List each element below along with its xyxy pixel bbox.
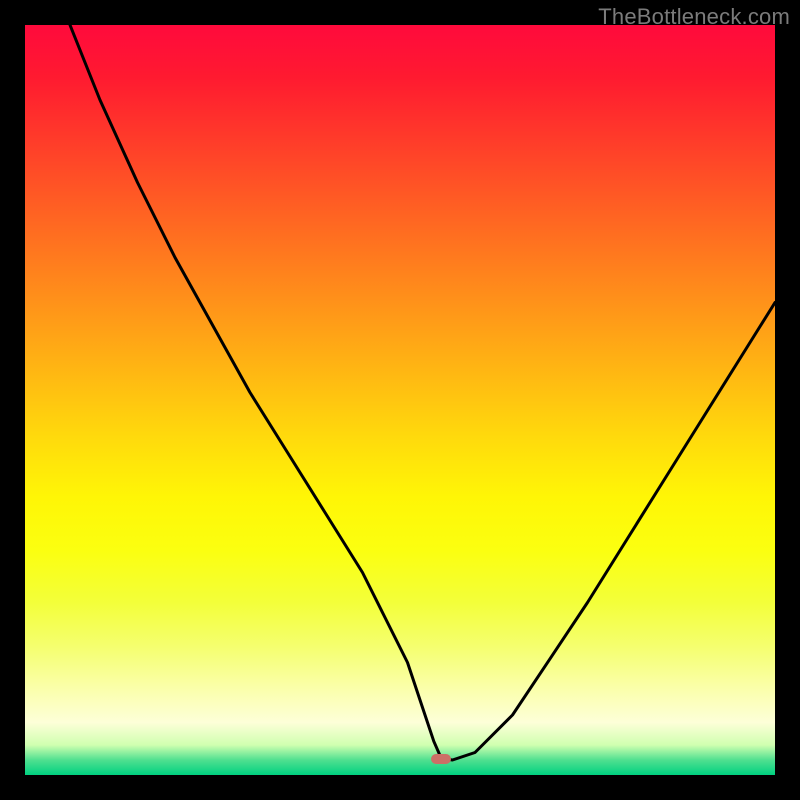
plot-area <box>25 25 775 775</box>
chart-frame: TheBottleneck.com <box>0 0 800 800</box>
curve-svg <box>25 25 775 775</box>
optimum-marker <box>431 754 451 764</box>
bottleneck-curve <box>70 25 775 760</box>
watermark-text: TheBottleneck.com <box>598 4 790 30</box>
